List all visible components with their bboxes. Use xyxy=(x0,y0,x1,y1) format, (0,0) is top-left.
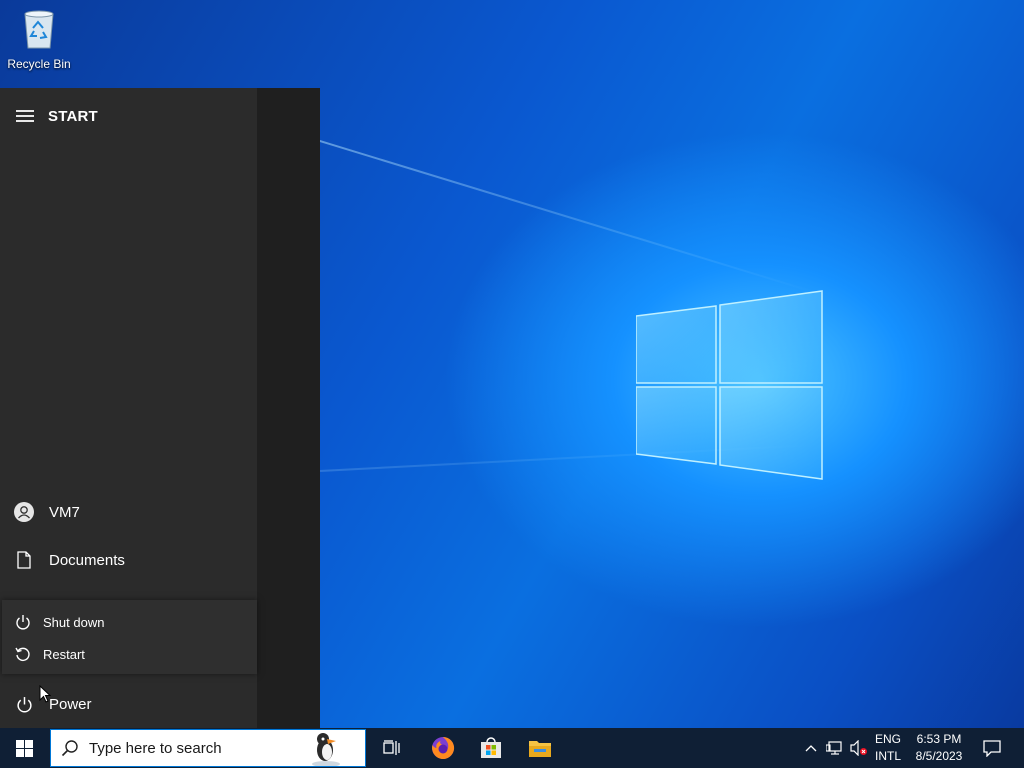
hamburger-icon[interactable] xyxy=(16,107,34,125)
task-view-icon xyxy=(383,740,400,755)
document-icon xyxy=(17,551,31,569)
clock[interactable]: 6:53 PM 8/5/2023 xyxy=(908,728,970,768)
store-icon xyxy=(481,737,501,758)
clock-date: 8/5/2023 xyxy=(915,749,963,763)
taskbar-file-explorer[interactable] xyxy=(518,728,562,768)
mouse-cursor-icon xyxy=(39,685,51,703)
power-label: Power xyxy=(49,695,92,713)
input-language-indicator[interactable]: ENG INTL xyxy=(872,728,904,768)
desktop-icon-label: Recycle Bin xyxy=(7,57,71,71)
user-avatar-icon xyxy=(14,502,34,522)
search-highlight-icon xyxy=(312,733,340,766)
language-code: ENG xyxy=(874,732,901,746)
documents-label: Documents xyxy=(49,551,125,569)
network-icon xyxy=(826,741,842,755)
restart-label: Restart xyxy=(43,646,85,662)
shut-down-menu-item[interactable]: Shut down xyxy=(2,606,257,638)
restart-icon xyxy=(15,647,30,661)
recycle-bin-icon xyxy=(24,10,54,49)
windows-icon xyxy=(15,739,33,757)
restart-menu-item[interactable]: Restart xyxy=(2,638,257,670)
clock-time: 6:53 PM xyxy=(916,732,962,746)
chevron-up-icon xyxy=(805,745,817,752)
start-tiles-area xyxy=(257,88,320,728)
light-beam xyxy=(319,140,818,294)
windows-wallpaper-logo xyxy=(636,290,823,480)
documents-button[interactable]: Documents xyxy=(0,540,257,580)
show-hidden-icons-button[interactable] xyxy=(802,728,820,768)
action-center-button[interactable] xyxy=(976,728,1008,768)
search-placeholder: Type here to search xyxy=(89,739,222,757)
start-header: START xyxy=(0,102,257,130)
keyboard-layout: INTL xyxy=(874,749,901,763)
folder-icon xyxy=(529,741,551,757)
start-menu: START VM7 Documents Shut down Restart Po… xyxy=(0,88,320,728)
search-box[interactable]: Type here to search xyxy=(50,729,366,767)
user-name: VM7 xyxy=(49,503,80,521)
start-button[interactable] xyxy=(0,728,48,768)
power-icon xyxy=(16,696,32,713)
power-icon xyxy=(16,615,30,630)
volume-tray-button[interactable] xyxy=(848,728,870,768)
taskbar-firefox[interactable] xyxy=(422,728,464,768)
start-title: START xyxy=(48,107,98,125)
task-view-button[interactable] xyxy=(372,728,412,768)
power-options-menu: Shut down Restart xyxy=(2,600,257,674)
desktop-icon-recycle-bin[interactable]: Recycle Bin xyxy=(4,6,74,71)
taskbar: Type here to search ENG INTL 6:53 PM 8/5… xyxy=(0,728,1024,768)
firefox-icon xyxy=(432,736,455,759)
notification-icon xyxy=(983,740,1001,757)
volume-muted-icon xyxy=(850,740,867,756)
user-account-button[interactable]: VM7 xyxy=(0,492,257,532)
taskbar-microsoft-store[interactable] xyxy=(470,728,512,768)
shut-down-label: Shut down xyxy=(43,614,105,630)
network-tray-button[interactable] xyxy=(824,728,846,768)
search-icon xyxy=(61,740,78,757)
